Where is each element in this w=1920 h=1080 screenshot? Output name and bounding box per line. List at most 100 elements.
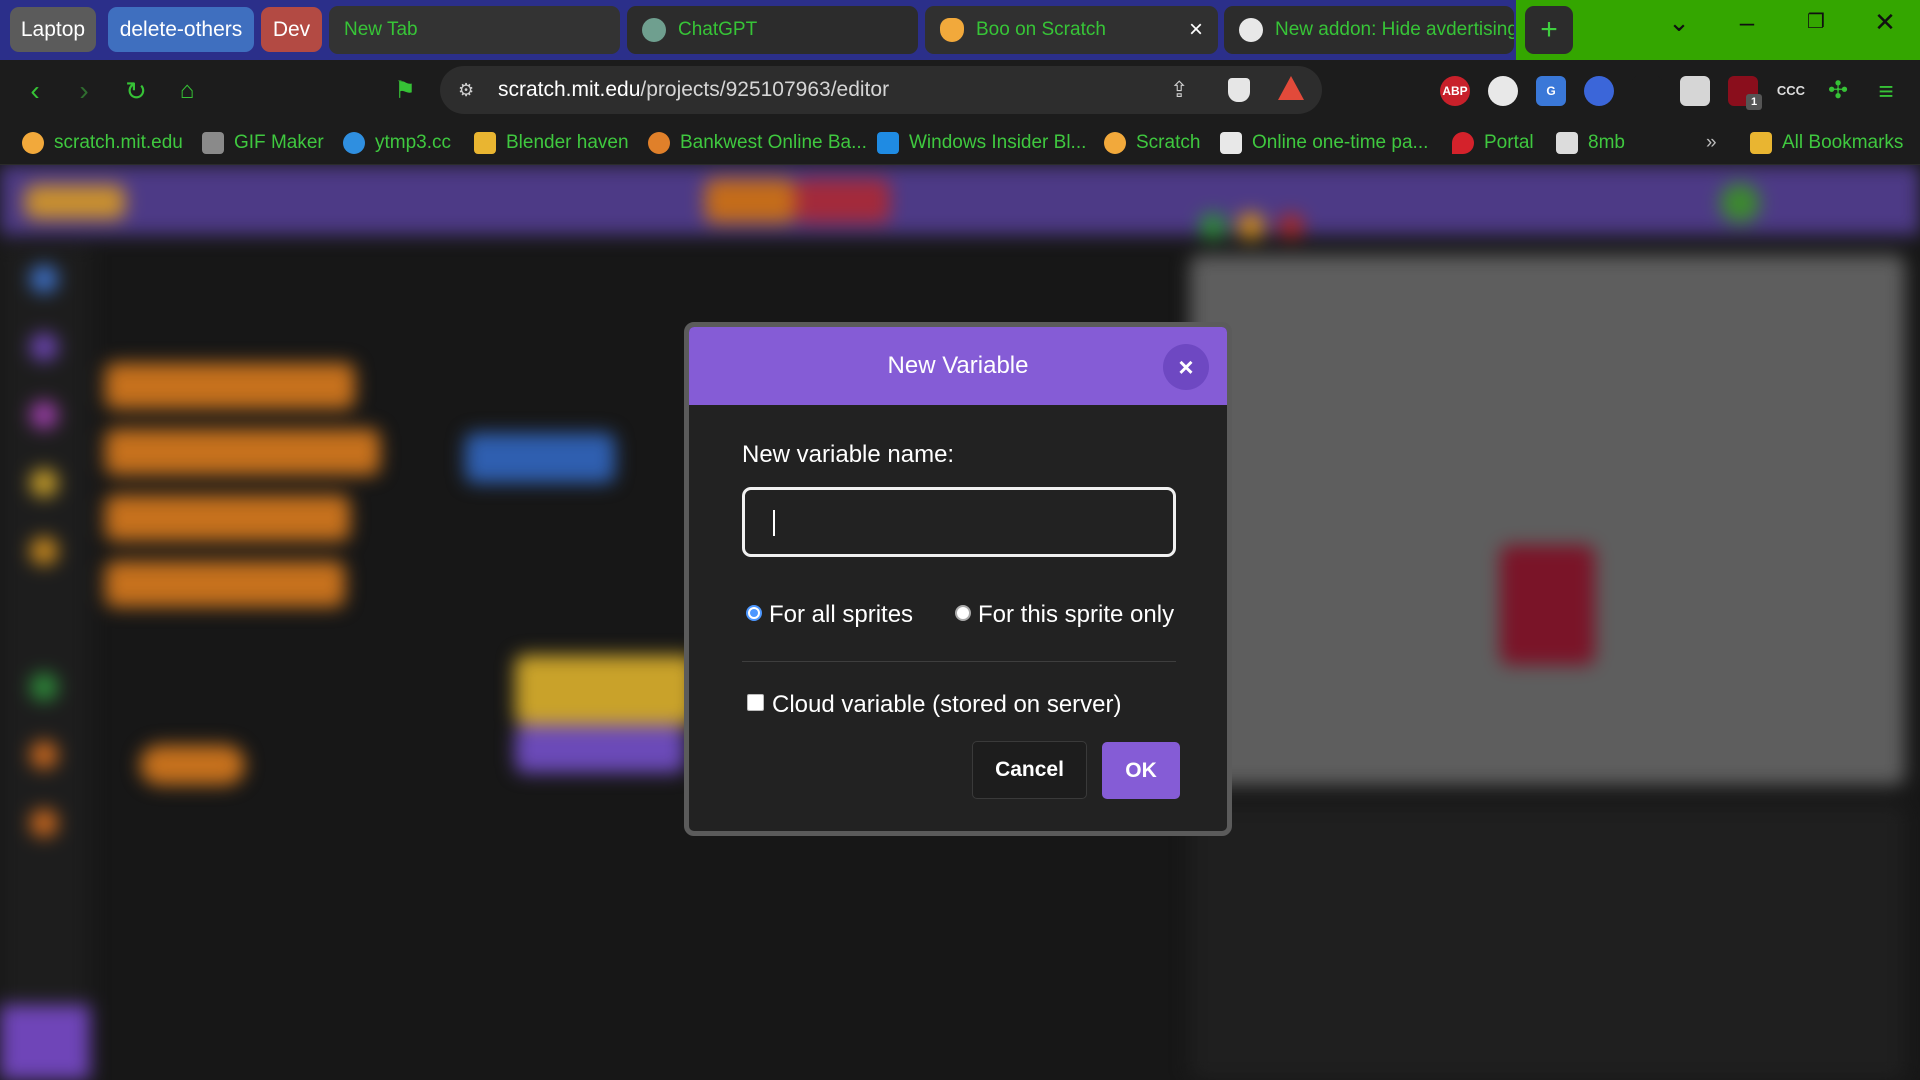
- sprite-pane-blurred: [1190, 805, 1905, 1080]
- password-manager-icon[interactable]: [1584, 76, 1614, 106]
- ok-button[interactable]: OK: [1102, 742, 1180, 799]
- back-icon[interactable]: ‹: [15, 60, 55, 122]
- share-icon[interactable]: ⇪: [1170, 66, 1188, 114]
- cloud-variable-label: Cloud variable (stored on server): [772, 691, 1122, 718]
- dialog-title: New Variable: [887, 352, 1029, 379]
- browser-toolbar: ‹ › ↻ ⌂ ⚑ ⚙ scratch.mit.edu/projects/925…: [0, 60, 1920, 122]
- address-bar[interactable]: ⚙ scratch.mit.edu/projects/925107963/edi…: [440, 66, 1322, 114]
- cloud-download-icon: [343, 131, 365, 154]
- tab-title: New addon: Hide avdertising: [1275, 19, 1514, 40]
- site-settings-icon[interactable]: ⚙: [458, 66, 474, 114]
- bookmark-label: Windows Insider Bl...: [909, 132, 1087, 153]
- variable-name-input[interactable]: [742, 487, 1176, 557]
- close-window-icon[interactable]: ✕: [1851, 0, 1919, 45]
- bookmark-blender-haven[interactable]: Blender haven: [474, 122, 629, 164]
- scratch-cat-icon: [940, 17, 964, 42]
- translate-icon[interactable]: G: [1536, 76, 1566, 106]
- category-dot: [30, 741, 58, 769]
- folder-icon: [1750, 131, 1772, 154]
- bookmark-label: Scratch: [1136, 132, 1201, 153]
- tab-github-addon[interactable]: New addon: Hide avdertising: [1224, 6, 1514, 54]
- category-dot: [30, 265, 58, 293]
- github-icon: [1239, 17, 1263, 42]
- category-dot: [30, 673, 58, 701]
- close-icon[interactable]: ×: [1163, 344, 1209, 390]
- reload-icon[interactable]: ↻: [116, 60, 156, 122]
- forward-icon[interactable]: ›: [64, 60, 104, 122]
- variable-block: [105, 363, 355, 409]
- stage-blurred: [1190, 255, 1905, 785]
- tab-boo-on-scratch[interactable]: Boo on Scratch ×: [925, 6, 1218, 54]
- speed-dial-icon[interactable]: [1488, 76, 1518, 106]
- 8mb-icon: [1556, 131, 1578, 154]
- pause-blurred: [1238, 213, 1264, 239]
- tab-title: Boo on Scratch: [976, 19, 1106, 40]
- variable-reporter: [140, 745, 245, 785]
- dark-extension-icon[interactable]: [1632, 76, 1662, 106]
- bookmark-scratch-mit[interactable]: scratch.mit.edu: [22, 122, 183, 164]
- tab-title: ChatGPT: [678, 19, 758, 40]
- tab-group-laptop[interactable]: Laptop: [10, 7, 96, 52]
- home-icon[interactable]: ⌂: [167, 60, 207, 122]
- extensions-button-blurred: [0, 1005, 90, 1080]
- script-blurred: [465, 433, 615, 483]
- bookmark-ytmp3[interactable]: ytmp3.cc: [343, 122, 451, 164]
- bookmark-label: GIF Maker: [234, 132, 324, 153]
- radio-selected-icon: [746, 604, 762, 621]
- bookmark-bankwest[interactable]: Bankwest Online Ba...: [648, 122, 867, 164]
- radio-for-this-sprite-only[interactable]: For this sprite only: [955, 601, 1174, 629]
- tab-group-delete-others[interactable]: delete-others: [108, 7, 254, 52]
- bookmark-gif-maker[interactable]: GIF Maker: [202, 122, 324, 164]
- tab-search-icon[interactable]: ⌄: [1645, 0, 1713, 45]
- variable-name-label: New variable name:: [742, 441, 955, 468]
- bookmark-8mb[interactable]: 8mb: [1556, 122, 1625, 164]
- bookmark-online-one-time[interactable]: Online one-time pa...: [1220, 122, 1428, 164]
- tab-title: New Tab: [344, 19, 418, 40]
- see-project-blurred: [795, 179, 890, 223]
- brave-rewards-icon[interactable]: [1278, 76, 1304, 100]
- bookmark-label: Portal: [1484, 132, 1534, 153]
- bookmark-scratch[interactable]: Scratch: [1104, 122, 1200, 164]
- tab-group-dev[interactable]: Dev: [261, 7, 322, 52]
- bookmarks-overflow-button[interactable]: »: [1706, 122, 1717, 164]
- menu-icon[interactable]: ≡: [1866, 60, 1906, 122]
- brave-shields-icon[interactable]: [1228, 78, 1250, 102]
- cancel-button[interactable]: Cancel: [972, 741, 1087, 799]
- scratch-logo: [25, 185, 125, 219]
- tab-chatgpt[interactable]: ChatGPT: [627, 6, 918, 54]
- ccc-extension-icon[interactable]: CCC: [1776, 76, 1806, 106]
- dialog-divider: [742, 661, 1176, 662]
- bookmark-label: Blender haven: [506, 132, 629, 153]
- trash-extension-icon[interactable]: [1680, 76, 1710, 106]
- windows-icon: [877, 131, 899, 154]
- close-tab-icon[interactable]: ×: [1189, 6, 1203, 54]
- bookmark-windows-insider[interactable]: Windows Insider Bl...: [877, 122, 1086, 164]
- category-dot: [30, 809, 58, 837]
- category-dot: [30, 333, 58, 361]
- cloud-variable-checkbox[interactable]: Cloud variable (stored on server): [747, 691, 1122, 719]
- minimize-icon[interactable]: –: [1713, 0, 1781, 45]
- new-tab-button[interactable]: +: [1525, 6, 1573, 54]
- bookmark-portal[interactable]: Portal: [1452, 122, 1534, 164]
- script-blurred: [515, 655, 695, 725]
- share-blurred: [705, 179, 795, 223]
- shield-icon: [1220, 131, 1242, 154]
- bookmarks-bar: scratch.mit.edu GIF Maker ytmp3.cc Blend…: [0, 122, 1920, 165]
- extensions-puzzle-icon[interactable]: ✣: [1818, 60, 1858, 122]
- address-url: scratch.mit.edu/projects/925107963/edito…: [498, 66, 889, 114]
- category-dot: [30, 537, 58, 565]
- script-blurred: [515, 725, 685, 773]
- scratch-cat-icon: [22, 131, 44, 154]
- all-bookmarks-button[interactable]: All Bookmarks: [1750, 122, 1903, 164]
- category-dot: [30, 401, 58, 429]
- radio-for-all-sprites[interactable]: For all sprites: [746, 601, 913, 629]
- radio-label: For all sprites: [769, 601, 914, 628]
- restore-icon[interactable]: ❐: [1782, 0, 1850, 45]
- bookmark-page-icon[interactable]: ⚑: [385, 60, 425, 122]
- adblock-plus-icon[interactable]: ABP: [1440, 76, 1470, 106]
- bankwest-icon: [648, 131, 670, 154]
- bookmark-label: Bankwest Online Ba...: [680, 132, 867, 153]
- stop-blurred: [1278, 213, 1304, 239]
- tab-new-tab[interactable]: New Tab: [329, 6, 620, 54]
- scratch-cat-icon: [1104, 131, 1126, 154]
